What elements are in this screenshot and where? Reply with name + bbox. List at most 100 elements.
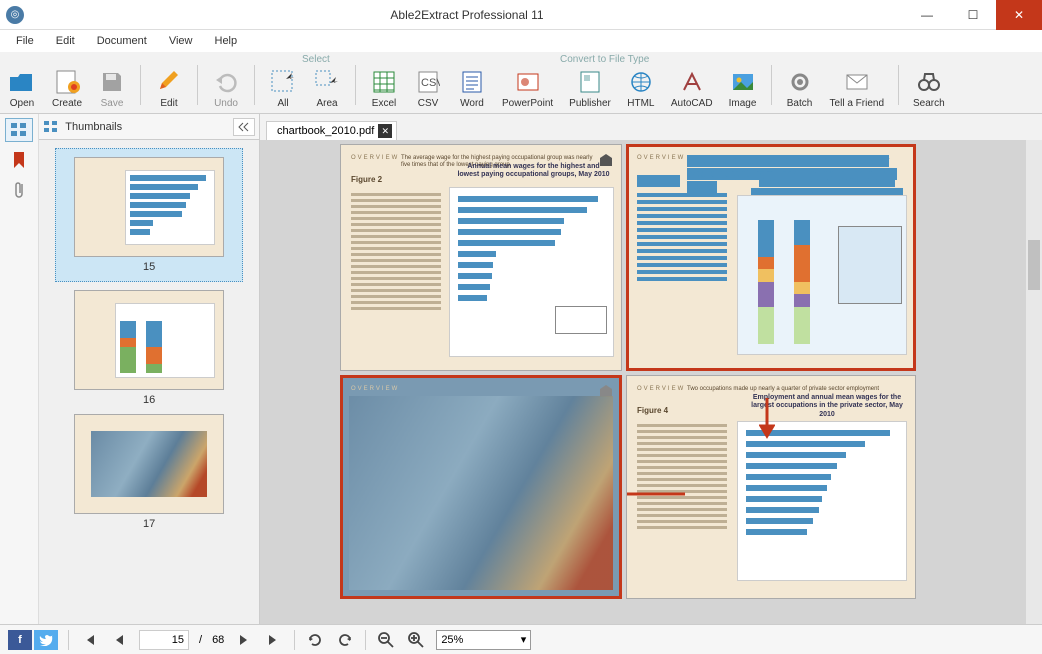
app-icon: ◎ <box>6 6 24 24</box>
page-figure-3[interactable]: OVERVIEW The type of job found in the pr… <box>626 144 916 371</box>
create-icon <box>53 68 81 96</box>
undo-icon <box>212 68 240 96</box>
autocad-button[interactable]: AutoCAD <box>665 55 719 113</box>
maximize-button[interactable]: ☐ <box>950 0 996 30</box>
rotate-ccw-button[interactable] <box>305 630 325 650</box>
word-button[interactable]: Word <box>452 55 492 113</box>
menu-document[interactable]: Document <box>87 33 157 49</box>
figure-label: Figure 4 <box>637 406 668 415</box>
chart-legend <box>555 306 607 334</box>
paperclip-icon <box>12 180 26 200</box>
thumbnail-page-17[interactable]: 17 <box>55 414 243 530</box>
page-photo[interactable]: OVERVIEW <box>340 375 622 599</box>
figure-label: Figure 2 <box>351 175 382 184</box>
thumbnails-header: Thumbnails <box>39 114 259 140</box>
annotation-arrow-down-icon <box>759 396 775 440</box>
menu-edit[interactable]: Edit <box>46 33 85 49</box>
powerpoint-button[interactable]: PowerPoint <box>496 55 559 113</box>
edit-button[interactable]: Edit <box>149 55 189 113</box>
zoom-value: 25% <box>441 634 463 646</box>
thumbnails-list[interactable]: 15 16 17 <box>39 140 259 624</box>
zoom-out-button[interactable] <box>376 630 396 650</box>
bookmarks-rail-button[interactable] <box>5 148 33 172</box>
html-button[interactable]: HTML <box>621 55 661 113</box>
window-title: Able2Extract Professional 11 <box>30 8 904 22</box>
page-viewport[interactable]: OVERVIEW The average wage for the highes… <box>260 140 1042 624</box>
social-buttons: f <box>8 630 58 650</box>
attachments-rail-button[interactable] <box>5 178 33 202</box>
menu-view[interactable]: View <box>159 33 203 49</box>
undo-button[interactable]: Undo <box>206 55 246 113</box>
thumbnail-label: 15 <box>64 261 234 273</box>
side-rail <box>0 114 39 624</box>
thumbnails-title: Thumbnails <box>65 121 227 133</box>
grid-icon <box>10 122 28 138</box>
document-area: chartbook_2010.pdf ✕ OVERVIEW The averag… <box>260 114 1042 624</box>
overview-label: OVERVIEW <box>637 386 685 392</box>
powerpoint-icon <box>514 68 542 96</box>
page-figure-4[interactable]: OVERVIEW Two occupations made up nearly … <box>626 375 916 599</box>
excel-button[interactable]: Excel <box>364 55 404 113</box>
open-button[interactable]: Open <box>2 55 42 113</box>
figure-label: Figure 3 <box>637 175 680 187</box>
chart-title: Annual mean wages for the highest and lo… <box>456 163 611 180</box>
prev-page-button[interactable] <box>109 630 129 650</box>
last-page-button[interactable] <box>264 630 284 650</box>
image-button[interactable]: Image <box>723 55 763 113</box>
image-icon <box>729 68 757 96</box>
title-bar: ◎ Able2Extract Professional 11 — ☐ ✕ <box>0 0 1042 30</box>
zoom-in-button[interactable] <box>406 630 426 650</box>
thumbnail-page-15[interactable]: 15 <box>55 148 243 282</box>
toolbar: Open Create Save Edit Undo Select All Ar… <box>0 52 1042 114</box>
chart-legend <box>838 226 902 304</box>
html-icon <box>627 68 655 96</box>
select-all-button[interactable]: All <box>263 55 303 113</box>
open-folder-icon <box>8 68 36 96</box>
menu-file[interactable]: File <box>6 33 44 49</box>
envelope-icon <box>843 68 871 96</box>
save-icon <box>98 68 126 96</box>
thumbnail-page-16[interactable]: 16 <box>55 290 243 406</box>
page-summary: Two occupations made up nearly a quarter… <box>687 386 897 393</box>
chevron-down-icon: ▾ <box>521 633 527 646</box>
save-button[interactable]: Save <box>92 55 132 113</box>
thumbnails-rail-button[interactable] <box>5 118 33 142</box>
create-button[interactable]: Create <box>46 55 88 113</box>
tell-friend-button[interactable]: Tell a Friend <box>824 55 890 113</box>
menu-help[interactable]: Help <box>205 33 248 49</box>
gear-icon <box>786 68 814 96</box>
chevron-left-icon <box>237 122 251 132</box>
tab-close-button[interactable]: ✕ <box>378 124 392 138</box>
figure-description <box>351 190 441 350</box>
thumbnails-panel: Thumbnails 15 16 17 <box>39 114 260 624</box>
content-area: Thumbnails 15 16 17 <box>0 114 1042 624</box>
csv-icon: CSV <box>414 68 442 96</box>
twitter-button[interactable] <box>34 630 58 650</box>
rotate-cw-button[interactable] <box>335 630 355 650</box>
select-area-icon <box>313 68 341 96</box>
page-figure-2[interactable]: OVERVIEW The average wage for the highes… <box>340 144 622 371</box>
csv-button[interactable]: CSV CSV <box>408 55 448 113</box>
tab-label: chartbook_2010.pdf <box>277 125 374 137</box>
next-page-button[interactable] <box>234 630 254 650</box>
vertical-scrollbar[interactable] <box>1026 140 1042 624</box>
first-page-button[interactable] <box>79 630 99 650</box>
page-number-input[interactable] <box>139 630 189 650</box>
page-total: 68 <box>212 634 224 646</box>
document-tab[interactable]: chartbook_2010.pdf ✕ <box>266 121 397 140</box>
select-area-button[interactable]: Area <box>307 55 347 113</box>
minimize-button[interactable]: — <box>904 0 950 30</box>
bookmark-icon <box>12 151 26 169</box>
overview-label: OVERVIEW <box>637 155 685 161</box>
thumbnail-label: 16 <box>55 394 243 406</box>
pencil-icon <box>155 68 183 96</box>
close-button[interactable]: ✕ <box>996 0 1042 30</box>
facebook-button[interactable]: f <box>8 630 32 650</box>
collapse-button[interactable] <box>233 118 255 136</box>
publisher-button[interactable]: Publisher <box>563 55 617 113</box>
search-button[interactable]: Search <box>907 55 951 113</box>
status-bar: f / 68 25% ▾ <box>0 624 1042 654</box>
annotation-arrow-left-icon <box>626 486 687 502</box>
batch-button[interactable]: Batch <box>780 55 820 113</box>
zoom-select[interactable]: 25% ▾ <box>436 630 531 650</box>
